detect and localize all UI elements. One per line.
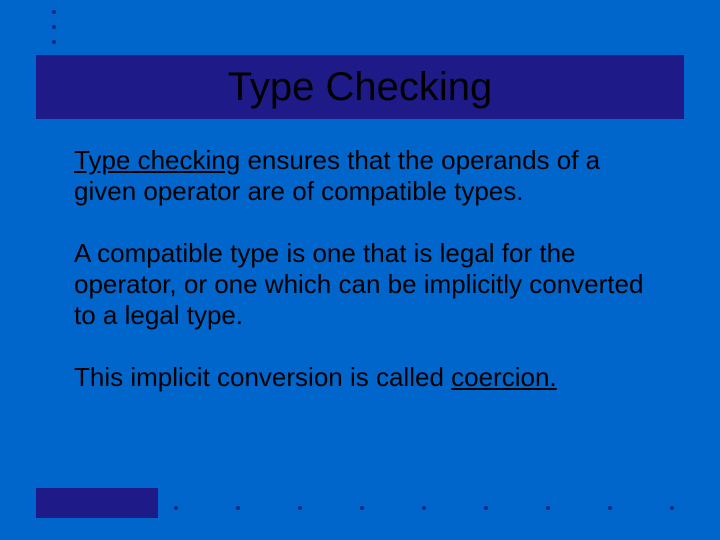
dot-icon <box>52 25 56 29</box>
dot-icon <box>422 506 426 510</box>
paragraph-3-lead: This implicit conversion is called <box>74 362 451 392</box>
slide-title: Type Checking <box>228 65 493 110</box>
dot-icon <box>52 40 56 44</box>
slide-body: Type checking ensures that the operands … <box>74 145 666 425</box>
decorative-dots-bottom <box>174 506 674 510</box>
dot-icon <box>608 506 612 510</box>
dot-icon <box>484 506 488 510</box>
title-bar: Type Checking <box>36 55 684 119</box>
decorative-dots-top <box>52 10 56 44</box>
dot-icon <box>546 506 550 510</box>
term-coercion: coercion. <box>451 362 557 392</box>
paragraph-3: This implicit conversion is called coerc… <box>74 362 666 393</box>
dot-icon <box>236 506 240 510</box>
paragraph-2: A compatible type is one that is legal f… <box>74 238 666 330</box>
dot-icon <box>174 506 178 510</box>
dot-icon <box>670 506 674 510</box>
decorative-bar-bottom <box>36 488 158 518</box>
dot-icon <box>360 506 364 510</box>
dot-icon <box>52 10 56 14</box>
paragraph-1: Type checking ensures that the operands … <box>74 145 666 206</box>
term-type-checking: Type checking <box>74 145 240 175</box>
slide: Type Checking Type checking ensures that… <box>0 0 720 540</box>
dot-icon <box>298 506 302 510</box>
